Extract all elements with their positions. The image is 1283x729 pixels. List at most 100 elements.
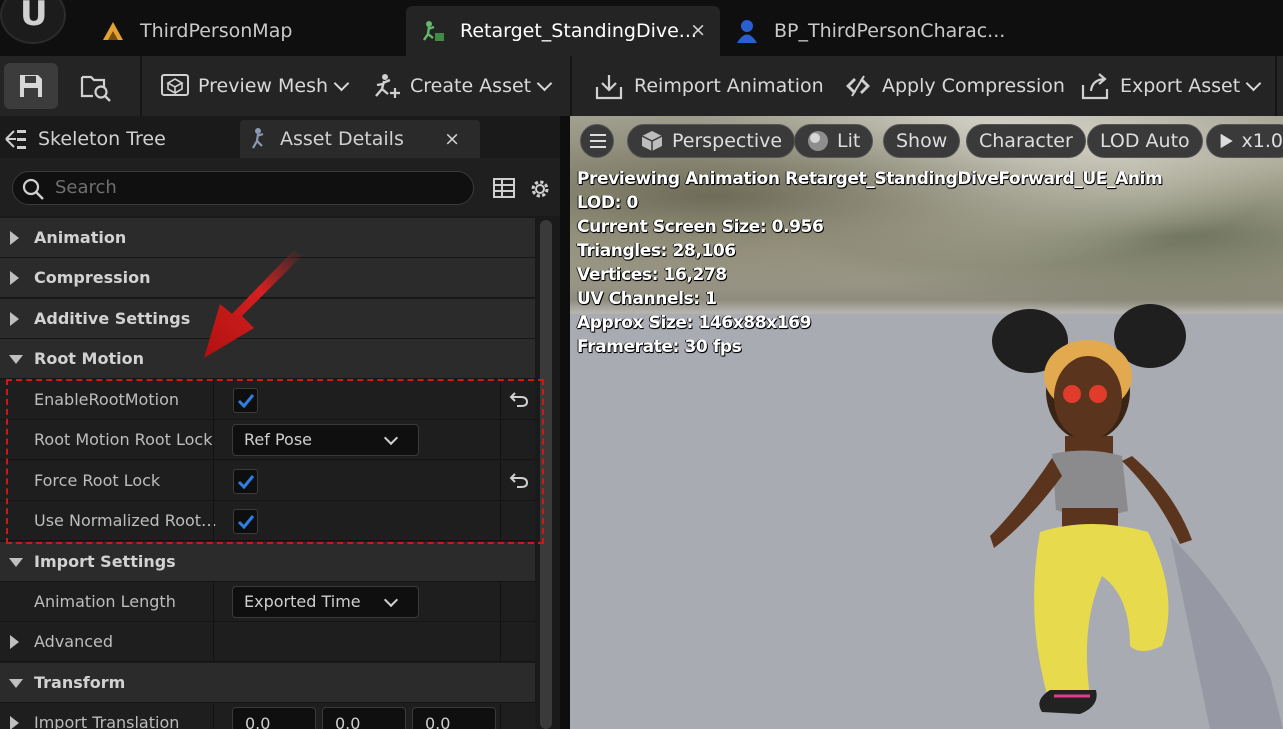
save-icon: [20, 75, 42, 97]
stat-uv-channels: UV Channels: 1: [577, 289, 717, 309]
close-panel-icon[interactable]: ×: [444, 128, 460, 150]
search-icon: [22, 178, 44, 200]
asset-details-label: Asset Details: [280, 128, 404, 150]
playback-speed-button[interactable]: x1.0: [1206, 124, 1283, 158]
translation-x-input[interactable]: 0.0: [232, 707, 316, 729]
animation-length-dropdown[interactable]: Exported Time: [232, 586, 419, 618]
preview-mesh-label: Preview Mesh: [198, 75, 329, 97]
annotation-arrow-icon: [204, 250, 302, 358]
animation-sequence-icon: [420, 18, 446, 44]
reimport-animation-label: Reimport Animation: [634, 75, 824, 97]
create-asset-icon: [375, 74, 400, 98]
skeleton-tree-label: Skeleton Tree: [38, 128, 166, 150]
toolbar-separator: [1275, 56, 1277, 116]
settings-gear-icon[interactable]: [528, 177, 552, 201]
stat-lod: LOD: 0: [577, 193, 638, 213]
tab-third-person-map[interactable]: ThirdPersonMap: [86, 6, 406, 56]
create-asset-label: Create Asset: [410, 75, 532, 97]
stat-vertices: Vertices: 16,278: [577, 265, 727, 285]
collapse-arrow-icon: [9, 558, 23, 567]
expand-arrow-icon: [10, 635, 19, 649]
level-icon: [100, 18, 126, 44]
tab-label: ThirdPersonMap: [140, 20, 293, 42]
column-divider: [500, 582, 501, 622]
stat-triangles: Triangles: 28,106: [577, 241, 736, 261]
lod-label: LOD Auto: [1100, 130, 1190, 152]
character-menu-button[interactable]: Character: [966, 124, 1086, 158]
asset-toolbar: Preview Mesh Create Asset Reimport Anima…: [0, 56, 1283, 116]
apply-compression-button[interactable]: Apply Compression: [842, 64, 1065, 108]
chevron-down-icon: [333, 75, 350, 91]
expand-arrow-icon: [10, 312, 19, 326]
lod-button[interactable]: LOD Auto: [1087, 124, 1203, 158]
number-value: 0.0: [335, 714, 361, 729]
tab-asset-details[interactable]: Asset Details ×: [240, 120, 480, 158]
tab-skeleton-tree[interactable]: Skeleton Tree: [0, 120, 236, 158]
document-tab-bar: ThirdPersonMap Retarget_StandingDive... …: [0, 0, 1283, 56]
perspective-label: Perspective: [672, 130, 783, 152]
perspective-button[interactable]: Perspective: [627, 124, 796, 158]
translation-y-input[interactable]: 0.0: [322, 707, 406, 729]
close-tab-icon[interactable]: ×: [690, 19, 706, 41]
tab-label: BP_ThirdPersonCharac...: [774, 20, 1006, 42]
preview-mesh-button[interactable]: Preview Mesh: [160, 64, 350, 108]
folder-search-icon: [80, 75, 111, 102]
search-input[interactable]: Search: [12, 171, 474, 205]
stat-previewing-animation: Previewing Animation Retarget_StandingDi…: [577, 169, 1163, 189]
column-divider: [213, 582, 214, 622]
browse-to-asset-button[interactable]: [68, 63, 122, 109]
hamburger-menu-icon: [590, 134, 606, 148]
property-advanced[interactable]: Advanced: [0, 622, 535, 662]
blueprint-character-icon: [734, 18, 760, 44]
tab-label: Retarget_StandingDive...: [460, 20, 697, 42]
show-flags-button[interactable]: Show: [883, 124, 961, 158]
category-transform[interactable]: Transform: [0, 663, 535, 703]
show-label: Show: [896, 130, 948, 152]
preview-viewport[interactable]: Perspective Lit Show Character LOD Auto …: [570, 116, 1283, 729]
expand-arrow-icon: [10, 271, 19, 285]
category-import-settings[interactable]: Import Settings: [0, 542, 535, 582]
column-divider: [213, 622, 214, 662]
toolbar-separator: [570, 56, 572, 116]
character-preview: [990, 304, 1283, 729]
compression-icon: [846, 75, 870, 97]
unreal-logo-icon[interactable]: [0, 0, 66, 44]
property-label: Advanced: [34, 632, 114, 651]
skeleton-tree-icon: [5, 130, 26, 149]
chevron-down-icon: [1245, 75, 1262, 91]
chevron-down-icon: [536, 75, 553, 91]
category-label: Import Settings: [34, 552, 176, 571]
column-divider: [213, 703, 214, 729]
speed-label: x1.0: [1241, 130, 1283, 152]
property-import-translation: Import Translation 0.0 0.0 0.0: [0, 703, 535, 729]
apply-compression-label: Apply Compression: [882, 75, 1065, 97]
stat-approx-size: Approx Size: 146x88x169: [577, 313, 812, 333]
preview-mesh-icon: [161, 74, 189, 96]
asset-details-icon: [252, 128, 264, 149]
collapse-arrow-icon: [9, 679, 23, 688]
chevron-down-icon: [383, 592, 399, 608]
expand-arrow-icon: [10, 716, 19, 729]
panel-splitter[interactable]: [560, 116, 570, 729]
category-label: Transform: [34, 673, 126, 692]
export-asset-button[interactable]: Export Asset: [1080, 64, 1262, 108]
translation-z-input[interactable]: 0.0: [412, 707, 496, 729]
reimport-animation-button[interactable]: Reimport Animation: [594, 64, 824, 108]
dropdown-value: Exported Time: [244, 592, 361, 611]
tab-bp-third-person-character[interactable]: BP_ThirdPersonCharac...: [720, 6, 1020, 56]
reimport-icon: [595, 75, 623, 100]
category-label: Animation: [34, 228, 127, 247]
number-value: 0.0: [425, 714, 451, 729]
table-view-icon[interactable]: [493, 177, 515, 199]
stat-framerate: Framerate: 30 fps: [577, 337, 742, 357]
toolbar-separator: [140, 56, 142, 116]
stat-screen-size: Current Screen Size: 0.956: [577, 217, 824, 237]
property-animation-length: Animation Length Exported Time: [0, 582, 535, 622]
lit-mode-button[interactable]: Lit: [794, 124, 874, 158]
tab-retarget-animation[interactable]: Retarget_StandingDive... ×: [406, 6, 720, 56]
viewport-menu-button[interactable]: [580, 124, 614, 158]
column-divider: [500, 703, 501, 729]
category-label: Root Motion: [34, 349, 144, 368]
save-button[interactable]: [4, 63, 58, 109]
create-asset-button[interactable]: Create Asset: [372, 64, 553, 108]
